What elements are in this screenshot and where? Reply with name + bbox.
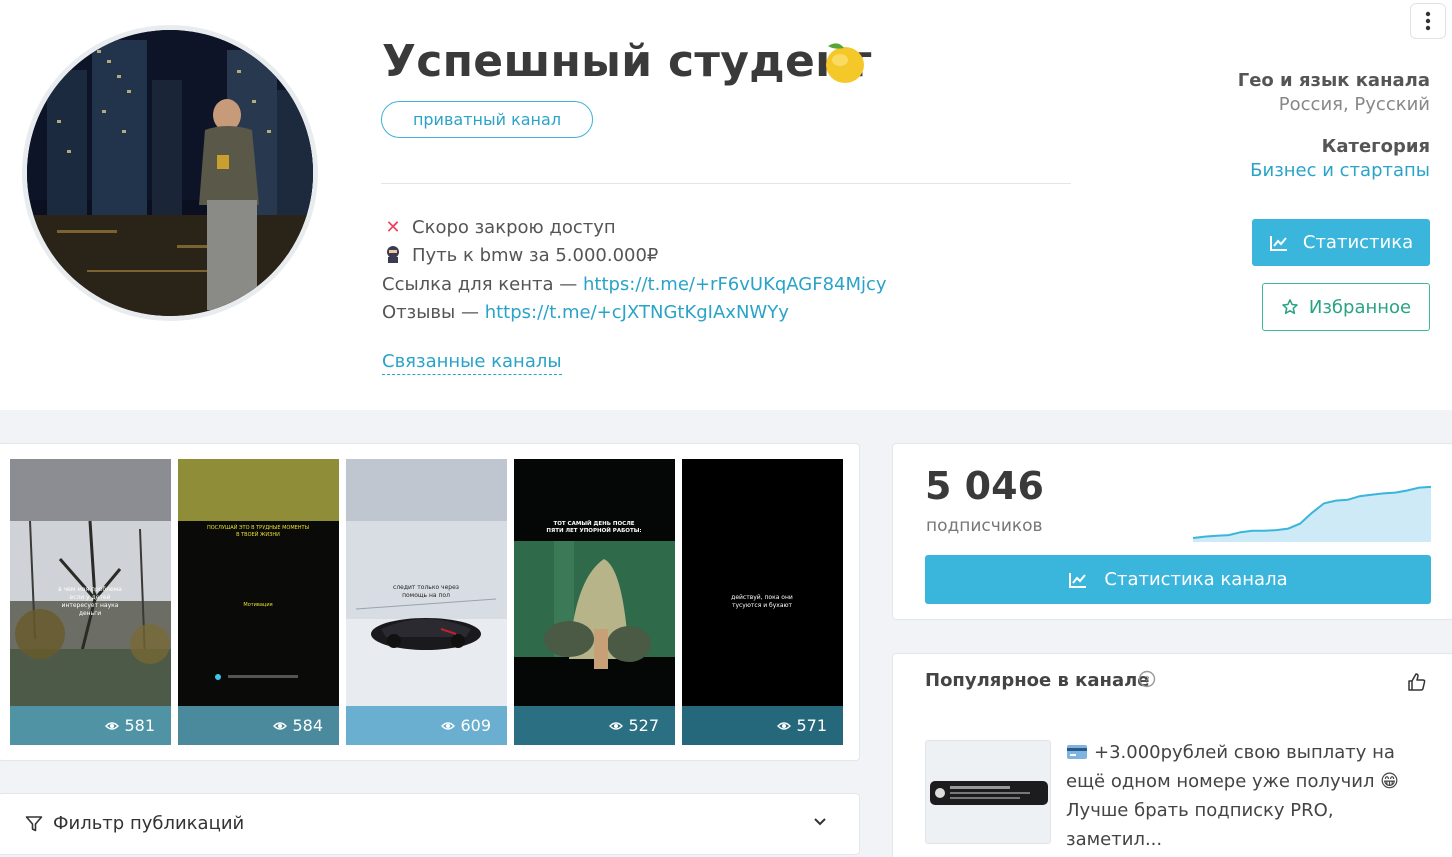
channel-title: Успешный студент — [382, 36, 872, 87]
description-line: ✕ Скоро закрою доступ — [382, 217, 615, 238]
sparkline-area — [1193, 486, 1431, 542]
views-count: 609 — [460, 716, 491, 735]
svg-text:деньги: деньги — [79, 610, 101, 617]
chevron-down-icon — [814, 818, 826, 826]
eye-icon — [609, 721, 624, 730]
favorite-button-label: Избранное — [1308, 296, 1412, 318]
popular-post-thumbnail[interactable] — [925, 740, 1051, 844]
post-thumbnail[interactable]: в чем моя проблема если у детей интересу… — [10, 459, 171, 745]
svg-text:В ТВОЕЙ ЖИЗНИ: В ТВОЕЙ ЖИЗНИ — [236, 531, 280, 538]
related-channels-link[interactable]: Связанные каналы — [382, 351, 562, 375]
post-thumbnail[interactable]: следит только через помощь на пол 609 — [346, 459, 507, 745]
svg-text:следит только через: следит только через — [393, 584, 459, 591]
svg-text:если у детей: если у детей — [69, 594, 110, 601]
svg-text:в чем моя проблема: в чем моя проблема — [58, 586, 122, 593]
views-bar: 609 — [346, 706, 507, 745]
eye-icon — [441, 721, 456, 730]
chart-line-icon — [1269, 235, 1287, 251]
subscribers-card: 5 046 подписчиков Статистика канала — [892, 443, 1452, 620]
publications-filter[interactable]: Фильтр публикаций — [0, 793, 860, 855]
popular-post-text[interactable]: +3.000рублей свою выплату на ещё одном н… — [1066, 738, 1431, 854]
friend-link[interactable]: https://t.me/+rF6vUKqAGF84Mjcy — [583, 274, 887, 295]
popular-title: Популярное в канале — [925, 670, 1150, 691]
views-bar: 571 — [682, 706, 843, 745]
popular-posts-card: Популярное в канале ? +3.000рублей свою … — [892, 653, 1452, 857]
svg-text:помощь на пол: помощь на пол — [402, 592, 450, 599]
description-line: Путь к bmw за 5.000.000₽ — [382, 245, 658, 266]
svg-text:тусуются и бухают: тусуются и бухают — [732, 602, 793, 609]
subscriber-label: подписчиков — [926, 516, 1043, 536]
statistics-button-label: Статистика — [1302, 232, 1414, 253]
posts-gallery: в чем моя проблема если у детей интересу… — [0, 443, 860, 761]
ninja-icon — [382, 245, 404, 266]
svg-text:ПЯТИ ЛЕТ УПОРНОЙ РАБОТЫ:: ПЯТИ ЛЕТ УПОРНОЙ РАБОТЫ: — [546, 526, 641, 534]
chart-line-icon — [1069, 572, 1087, 588]
statistics-button[interactable]: Статистика — [1252, 219, 1430, 266]
views-count: 527 — [628, 716, 659, 735]
post-thumbnail[interactable]: действуй, пока они тусуются и бухают 571 — [682, 459, 843, 745]
views-count: 581 — [124, 716, 155, 735]
lemon-emoji — [818, 36, 870, 92]
svg-text:?: ? — [1144, 675, 1149, 686]
svg-text:ПОСЛУШАЙ ЭТО В ТРУДНЫЕ МОМЕНТЫ: ПОСЛУШАЙ ЭТО В ТРУДНЫЕ МОМЕНТЫ — [207, 524, 309, 531]
views-bar: 581 — [10, 706, 171, 745]
more-vertical-icon — [1425, 11, 1431, 31]
geo-value: Россия, Русский — [1278, 94, 1430, 115]
svg-text:интересует наука: интересует наука — [62, 602, 119, 609]
eye-icon — [273, 721, 288, 730]
category-label: Категория — [1321, 136, 1430, 157]
thumbs-up-icon[interactable] — [1407, 672, 1427, 692]
svg-text:действуй, пока они: действуй, пока они — [731, 594, 793, 601]
views-count: 571 — [796, 716, 827, 735]
channel-avatar — [22, 25, 318, 321]
subscriber-sparkline — [1193, 485, 1431, 542]
svg-text:Мотивация: Мотивация — [243, 602, 272, 608]
description-line: Ссылка для кента — https://t.me/+rF6vUKq… — [382, 274, 887, 295]
eye-icon — [105, 721, 120, 730]
category-link[interactable]: Бизнес и стартапы — [1250, 160, 1430, 181]
more-menu-button[interactable] — [1410, 3, 1446, 39]
eye-icon — [777, 721, 792, 730]
red-x-icon: ✕ — [385, 217, 401, 238]
popular-post-snippet: +3.000рублей свою выплату на ещё одном н… — [1066, 742, 1399, 850]
geo-label: Гео и язык канала — [1237, 70, 1430, 91]
svg-text:ТОТ САМЫЙ ДЕНЬ ПОСЛЕ: ТОТ САМЫЙ ДЕНЬ ПОСЛЕ — [553, 519, 634, 527]
filter-icon — [25, 816, 43, 832]
views-bar: 584 — [178, 706, 339, 745]
post-thumbnail[interactable]: ПОСЛУШАЙ ЭТО В ТРУДНЫЕ МОМЕНТЫ В ТВОЕЙ Ж… — [178, 459, 339, 745]
reviews-link[interactable]: https://t.me/+cJXTNGtKgIAxNWYy — [485, 302, 789, 323]
subscriber-count: 5 046 — [925, 464, 1044, 508]
help-icon[interactable]: ? — [1138, 670, 1156, 688]
views-bar: 527 — [514, 706, 675, 745]
filter-label: Фильтр публикаций — [53, 813, 245, 834]
credit-card-icon — [1067, 745, 1087, 759]
favorite-button[interactable]: Избранное — [1262, 283, 1430, 331]
post-thumbnail[interactable]: ТОТ САМЫЙ ДЕНЬ ПОСЛЕ ПЯТИ ЛЕТ УПОРНОЙ РА… — [514, 459, 675, 745]
star-icon — [1282, 299, 1298, 315]
private-channel-badge: приватный канал — [381, 101, 593, 138]
views-count: 584 — [292, 716, 323, 735]
description-line: Отзывы — https://t.me/+cJXTNGtKgIAxNWYy — [382, 302, 789, 323]
channel-statistics-label: Статистика канала — [1104, 569, 1288, 590]
channel-statistics-button[interactable]: Статистика канала — [925, 555, 1431, 604]
header-divider — [381, 183, 1071, 184]
